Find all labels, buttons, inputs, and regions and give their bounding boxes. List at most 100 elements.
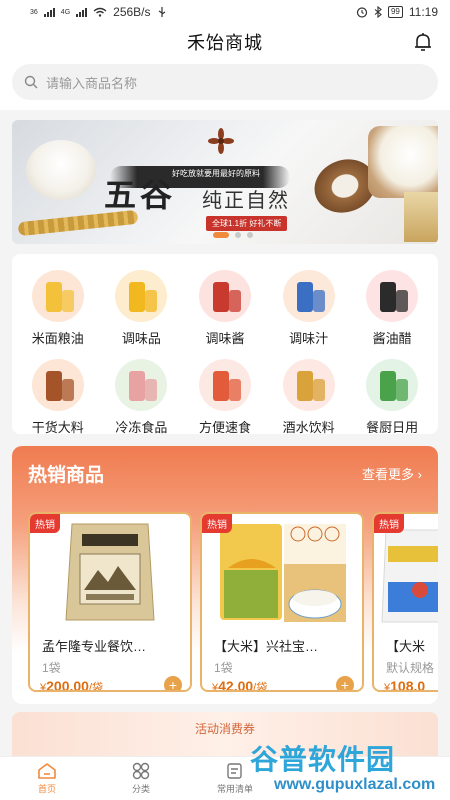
hot-products-section: 热销商品 查看更多 › 热销 孟乍隆专业餐饮… 1袋 ¥200.00/袋 + 热… [12, 446, 438, 704]
banner-subtitle: 好吃放就要用最好的原料 [172, 169, 260, 178]
product-unit: 默认规格 [386, 661, 435, 675]
alarm-icon [356, 7, 368, 18]
category-icon [115, 270, 168, 322]
chevron-right-icon: › [417, 467, 422, 482]
signal-label-1: 36 [30, 8, 38, 16]
category-grid: 米面粮油 调味品 调味酱 调味汁 酱油醋干货大料 冷冻食品 方便速食 酒水饮料 餐厨日用 [12, 254, 438, 436]
banner-title: 五谷 [104, 176, 177, 214]
signal-bars-icon-2 [76, 7, 88, 17]
banner-pagination [213, 232, 253, 238]
category-label: 餐厨日用 [366, 420, 419, 435]
rice-sack-product-image [381, 529, 438, 623]
rice-sack-image [368, 126, 438, 198]
category-item[interactable]: 调味酱 [183, 270, 267, 347]
category-item[interactable]: 方便速食 [183, 359, 267, 436]
category-item[interactable]: 调味品 [100, 270, 184, 347]
rice-bag-image [65, 523, 155, 621]
category-icon [115, 359, 168, 411]
category-icon [366, 359, 419, 411]
category-label: 干货大料 [31, 420, 84, 435]
category-label: 米面粮油 [31, 331, 84, 346]
product-price: ¥108.0 [384, 678, 426, 692]
pagination-dot[interactable] [247, 232, 253, 238]
bluetooth-icon [374, 6, 382, 18]
tab-category[interactable]: 分类 [94, 757, 188, 800]
category-item[interactable]: 干货大料 [16, 359, 100, 436]
list-icon [227, 763, 242, 779]
category-icon [132, 762, 150, 780]
wifi-icon [93, 7, 107, 17]
tab-home-label: 首页 [37, 784, 56, 794]
product-card[interactable]: 热销 孟乍隆专业餐饮… 1袋 ¥200.00/袋 + [28, 512, 192, 692]
watermark-title: 谷普软件园 [250, 744, 396, 775]
star-anise-image [208, 128, 234, 154]
status-right: 99 11:19 [356, 5, 438, 19]
rice-pile-image [26, 140, 96, 200]
product-card[interactable]: 热销 【大米】兴社宝… 1袋 ¥42.00/袋 + [200, 512, 364, 692]
home-icon [38, 763, 56, 779]
category-item[interactable]: 酱油醋 [350, 270, 434, 347]
coupon-label: 活动消费券 [194, 722, 255, 736]
status-left: 36 4G 256B/s [30, 5, 167, 19]
hot-section-title: 热销商品 [28, 465, 105, 486]
category-icon [198, 359, 251, 411]
watermark-url: www.gupuxlazal.com [274, 776, 436, 793]
view-more-label: 查看更多 [362, 467, 415, 482]
rice-box-image [404, 192, 438, 242]
hot-badge: 热销 [374, 514, 404, 533]
page-title: 禾饴商城 [187, 33, 263, 53]
battery-icon: 99 [387, 6, 403, 18]
category-item[interactable]: 米面粮油 [16, 270, 100, 347]
product-name: 【大米】兴社宝… [214, 639, 319, 654]
search-input[interactable]: 请输入商品名称 [12, 64, 438, 100]
category-label: 冷冻食品 [115, 420, 168, 435]
signal-bars-icon [43, 7, 55, 17]
tab-category-label: 分类 [131, 784, 150, 794]
pagination-dot[interactable] [235, 232, 241, 238]
category-icon [31, 359, 84, 411]
pagination-dot[interactable] [213, 232, 229, 238]
category-icon [366, 270, 419, 322]
view-more-link[interactable]: 查看更多 › [362, 464, 422, 483]
signal-label-2: 4G [60, 8, 71, 16]
site-watermark: 谷普软件园 www.gupuxlazal.com [246, 738, 450, 798]
category-item[interactable]: 餐厨日用 [350, 359, 434, 436]
bell-icon[interactable] [412, 31, 434, 53]
product-unit: 1袋 [214, 661, 233, 675]
category-icon [282, 359, 335, 411]
category-label: 调味品 [121, 331, 161, 346]
product-name: 孟乍隆专业餐饮… [42, 639, 147, 654]
category-label: 酒水饮料 [282, 420, 335, 435]
search-icon [24, 75, 38, 89]
category-item[interactable]: 冷冻食品 [100, 359, 184, 436]
product-price: ¥200.00/袋 [40, 678, 104, 692]
add-to-cart-button[interactable]: + [164, 676, 182, 690]
hot-badge: 热销 [202, 514, 232, 533]
banner-title-secondary: 纯正自然 [202, 190, 290, 212]
category-icon [198, 270, 251, 322]
hot-badge: 热销 [30, 514, 60, 533]
clock: 11:19 [408, 5, 438, 19]
category-icon [282, 270, 335, 322]
product-card[interactable]: 热销 【大米 默认规格 ¥108.0 [372, 512, 438, 692]
tab-home[interactable]: 首页 [0, 757, 94, 800]
category-label: 调味酱 [205, 331, 245, 346]
usb-icon [158, 7, 165, 17]
network-speed: 256B/s [113, 5, 151, 19]
banner-tag: 全球1.1折 好礼不断 [206, 216, 288, 231]
status-bar: 36 4G 256B/s 99 11:19 [0, 0, 450, 24]
category-item[interactable]: 酒水饮料 [267, 359, 351, 436]
category-item[interactable]: 调味汁 [267, 270, 351, 347]
product-unit: 1袋 [42, 661, 61, 675]
product-name: 【大米 [386, 639, 426, 654]
search-section: 请输入商品名称 [0, 60, 450, 110]
add-to-cart-button[interactable]: + [336, 676, 354, 690]
category-label: 调味汁 [289, 331, 329, 346]
category-label: 酱油醋 [372, 331, 412, 346]
category-icon [31, 270, 84, 322]
category-label: 方便速食 [198, 420, 251, 435]
search-placeholder: 请输入商品名称 [46, 75, 138, 91]
app-header: 禾饴商城 [0, 24, 450, 60]
promo-banner[interactable]: 好吃放就要用最好的原料 五谷 纯正自然 全球1.1折 好礼不断 [12, 120, 438, 244]
rice-product-image [220, 524, 346, 622]
